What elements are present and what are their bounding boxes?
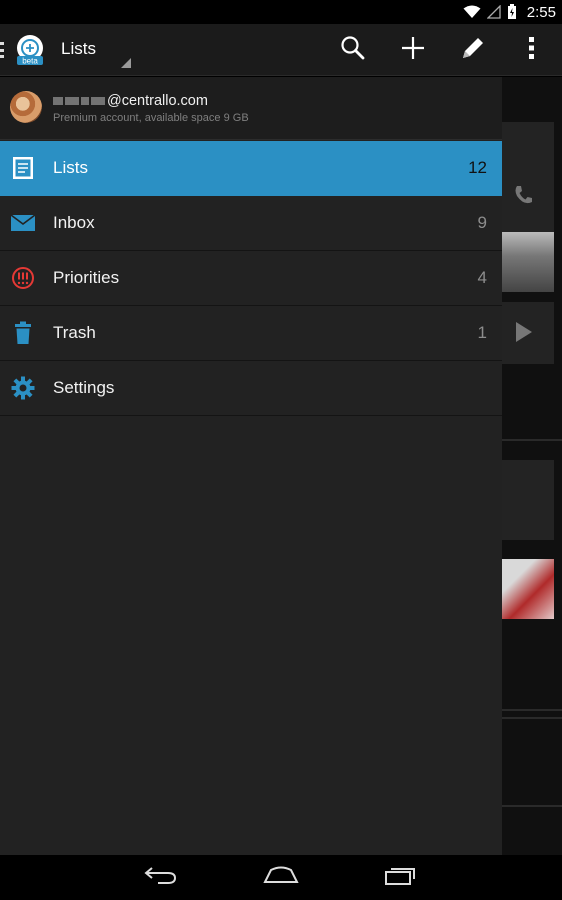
drawer-item-lists[interactable]: Lists 12 (0, 141, 502, 196)
app-logo-icon[interactable]: beta (14, 34, 46, 66)
clock: 2:55 (526, 3, 556, 21)
search-icon (340, 35, 366, 66)
plus-icon (400, 35, 426, 66)
envelope-icon (11, 211, 35, 235)
recents-icon (384, 865, 418, 890)
drawer-item-settings[interactable]: Settings (0, 361, 502, 416)
avatar[interactable] (10, 91, 42, 123)
gear-icon (11, 376, 35, 400)
account-header[interactable]: @centrallo.com Premium account, availabl… (0, 77, 502, 140)
drawer-item-trash[interactable]: Trash 1 (0, 306, 502, 361)
phone-icon (515, 186, 532, 204)
play-icon (516, 322, 532, 342)
search-button[interactable] (335, 34, 371, 66)
drawer-item-count: 4 (477, 268, 487, 287)
beta-badge: beta (22, 57, 38, 66)
priority-icon (11, 266, 35, 290)
drawer-item-label: Settings (53, 378, 115, 397)
redacted-block (65, 97, 79, 105)
redacted-block (91, 97, 105, 105)
edit-button[interactable] (455, 34, 491, 66)
list-icon (11, 156, 35, 180)
content-photo (502, 559, 554, 619)
home-icon (263, 866, 299, 889)
drawer-menu: Lists 12 Inbox 9 Priorities 4 Trash 1 Se… (0, 141, 502, 416)
drawer-item-label: Trash (53, 323, 96, 342)
background-content (502, 77, 562, 855)
drawer-item-inbox[interactable]: Inbox 9 (0, 196, 502, 251)
back-button[interactable] (136, 863, 186, 893)
redacted-block (81, 97, 89, 105)
wifi-icon (463, 5, 481, 19)
drawer-indicator-icon[interactable] (0, 42, 4, 58)
pencil-icon (460, 35, 486, 66)
divider (502, 439, 562, 441)
divider (502, 805, 562, 807)
title-dropdown-caret-icon[interactable] (121, 58, 131, 68)
redacted-block (53, 97, 63, 105)
action-bar: beta Lists (0, 24, 562, 76)
divider (502, 717, 562, 719)
content-card (502, 460, 554, 540)
drawer-item-label: Priorities (53, 268, 120, 287)
account-email-row: @centrallo.com (53, 93, 208, 109)
drawer-item-label: Lists (53, 158, 88, 177)
trash-icon (11, 321, 35, 345)
recent-apps-button[interactable] (376, 863, 426, 893)
add-button[interactable] (395, 34, 431, 66)
drawer-item-count: 1 (477, 323, 487, 342)
divider (502, 709, 562, 711)
home-button[interactable] (256, 863, 306, 893)
overflow-menu-button[interactable] (514, 34, 550, 66)
drawer-item-count: 12 (468, 158, 487, 177)
account-storage-info: Premium account, available space 9 GB (53, 112, 249, 124)
back-icon (144, 865, 178, 890)
system-nav-bar (0, 855, 562, 900)
navigation-drawer: @centrallo.com Premium account, availabl… (0, 77, 502, 855)
status-bar: 2:55 (0, 0, 562, 24)
more-vert-icon (528, 36, 536, 65)
signal-icon (486, 5, 501, 19)
drawer-item-priorities[interactable]: Priorities 4 (0, 251, 502, 306)
content-thumbnail (502, 232, 554, 292)
drawer-item-label: Inbox (53, 213, 95, 232)
content-card (502, 122, 554, 237)
page-title[interactable]: Lists (61, 39, 96, 59)
battery-icon (507, 4, 517, 20)
account-email: @centrallo.com (107, 93, 208, 109)
drawer-item-count: 9 (477, 213, 487, 232)
